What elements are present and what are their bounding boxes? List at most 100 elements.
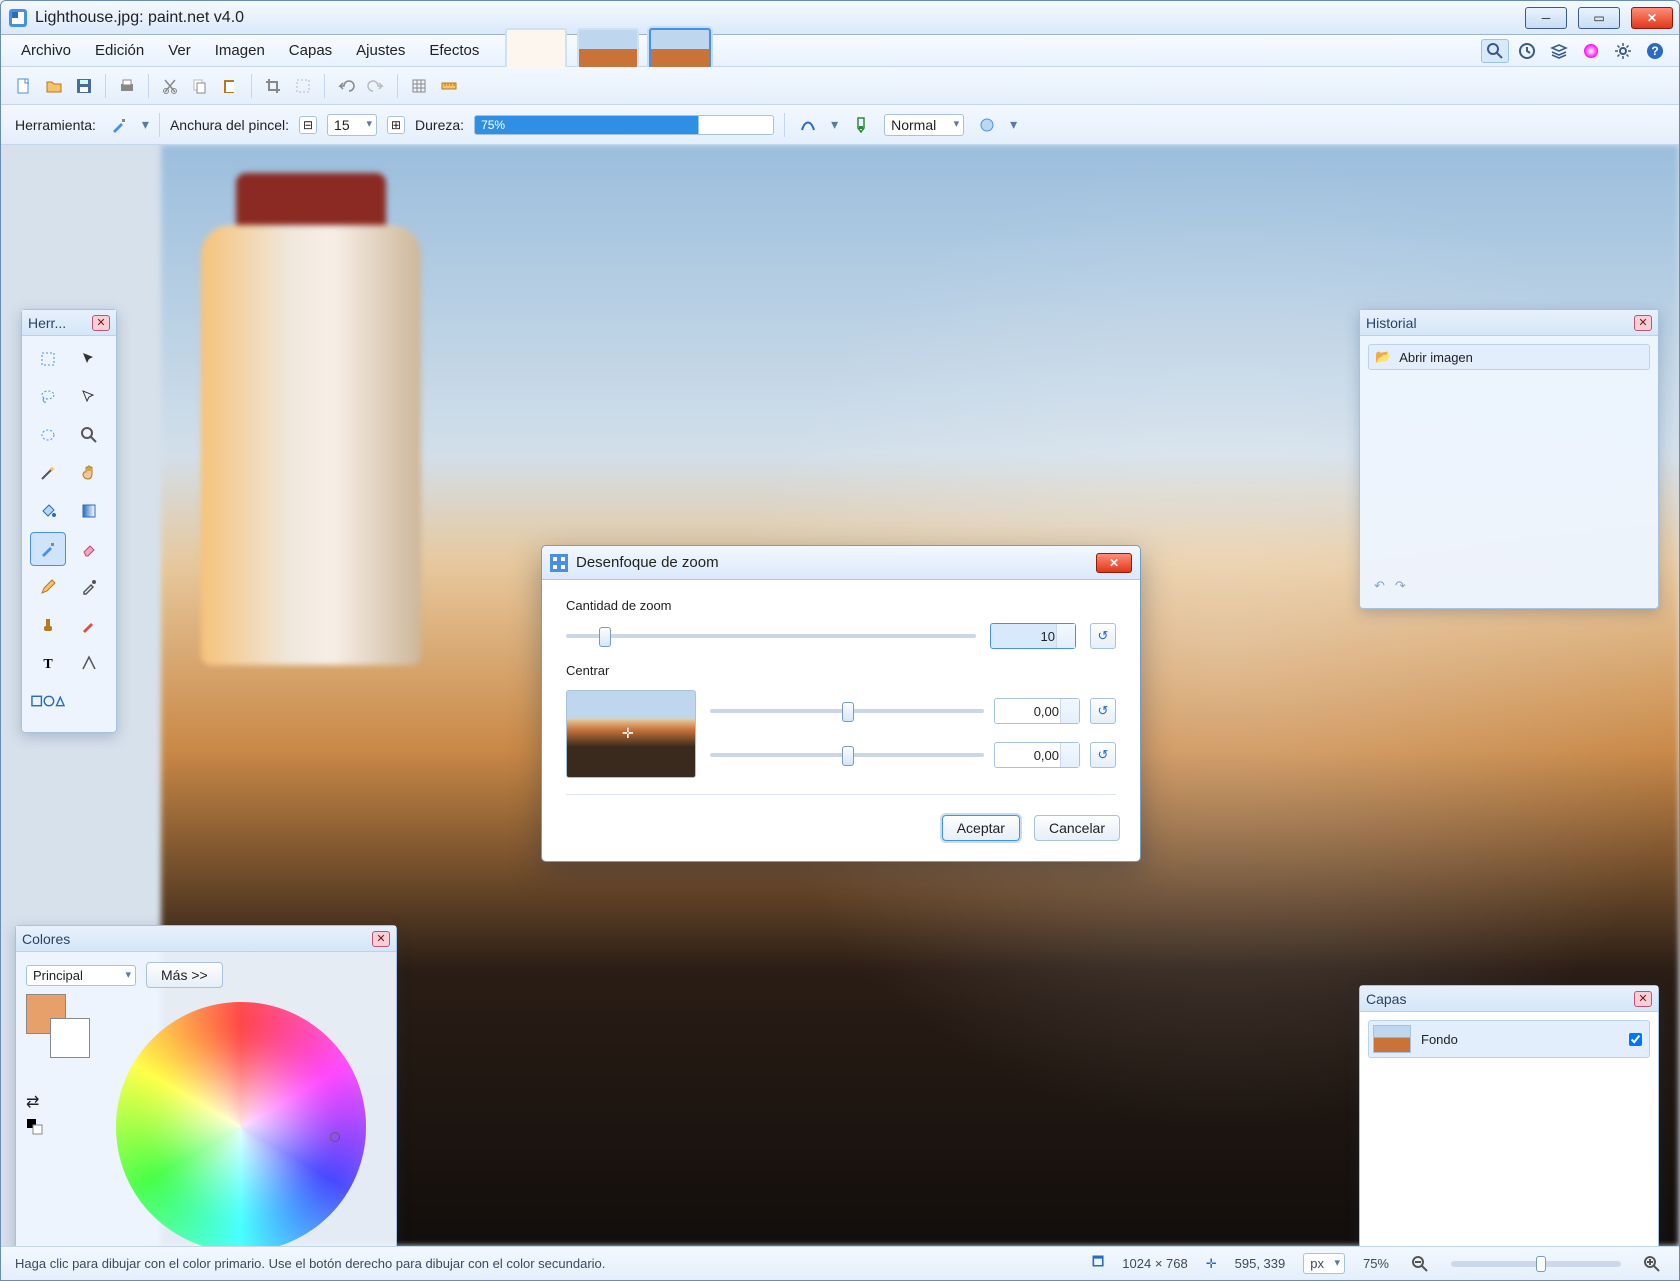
zoom-amount-slider[interactable]	[566, 634, 976, 638]
secondary-color-swatch[interactable]	[50, 1018, 90, 1058]
colors-which-combo[interactable]: Principal	[26, 965, 136, 986]
layers-panel[interactable]: Capas ✕ Fondo ✕ ▲ ▼	[1359, 985, 1659, 1246]
tool-pencil[interactable]	[30, 570, 66, 604]
undo-button[interactable]	[333, 73, 359, 99]
print-button[interactable]	[114, 73, 140, 99]
tool-pan[interactable]	[71, 456, 107, 490]
brush-width-decrease[interactable]: ⊟	[299, 116, 317, 134]
center-crosshair-icon[interactable]: ✛	[622, 725, 640, 743]
antialias-button[interactable]	[795, 112, 821, 138]
history-panel-toggle[interactable]	[1513, 39, 1541, 63]
swap-colors-icon[interactable]: ⇄	[26, 1092, 44, 1112]
help-button[interactable]: ?	[1641, 39, 1669, 63]
paste-button[interactable]	[217, 73, 243, 99]
zoom-blur-dialog[interactable]: Desenfoque de zoom ✕ Cantidad de zoom 10…	[541, 545, 1141, 862]
save-button[interactable]	[71, 73, 97, 99]
default-colors-icon[interactable]	[26, 1118, 44, 1136]
brush-width-combo[interactable]: 15	[327, 114, 377, 136]
colors-more-button[interactable]: Más >>	[146, 962, 223, 988]
tools-panel-toggle[interactable]	[1481, 39, 1509, 63]
settings-button[interactable]	[1609, 39, 1637, 63]
menu-ajustes[interactable]: Ajustes	[346, 38, 415, 63]
copy-button[interactable]	[187, 73, 213, 99]
zoom-amount-input[interactable]: 10▲▼	[990, 623, 1076, 649]
history-panel-close[interactable]: ✕	[1634, 315, 1652, 331]
menu-edicion[interactable]: Edición	[85, 38, 154, 63]
open-button[interactable]	[41, 73, 67, 99]
tool-dropdown-caret[interactable]: ▾	[142, 116, 149, 133]
tool-move-pixels[interactable]	[71, 380, 107, 414]
titlebar[interactable]: Lighthouse.jpg: paint.net v4.0 ─ ▭ ✕	[1, 1, 1679, 35]
tool-move-selection[interactable]	[71, 342, 107, 376]
tool-paint-bucket[interactable]	[30, 494, 66, 528]
color-wheel-cursor[interactable]	[330, 1132, 340, 1142]
tool-color-picker[interactable]	[71, 570, 107, 604]
dialog-titlebar[interactable]: Desenfoque de zoom ✕	[542, 546, 1140, 580]
tool-recolor[interactable]	[71, 608, 107, 642]
zoom-amount-reset[interactable]: ↺	[1090, 623, 1116, 649]
tool-line[interactable]	[71, 646, 107, 680]
center-y-reset[interactable]: ↺	[1090, 742, 1116, 768]
current-tool-icon[interactable]	[106, 112, 132, 138]
overwrite-mode-button[interactable]	[974, 112, 1000, 138]
history-panel-header[interactable]: Historial ✕	[1360, 310, 1658, 336]
hardness-slider[interactable]: 75%	[474, 115, 774, 135]
menu-capas[interactable]: Capas	[279, 38, 342, 63]
unit-combo[interactable]: px	[1303, 1253, 1345, 1274]
dialog-cancel-button[interactable]: Cancelar	[1034, 815, 1120, 841]
ruler-button[interactable]	[436, 73, 462, 99]
grid-button[interactable]	[406, 73, 432, 99]
center-preview[interactable]: ✛	[566, 690, 696, 778]
history-redo-icon[interactable]: ↷	[1395, 578, 1406, 594]
tool-paintbrush[interactable]	[30, 532, 66, 566]
colors-panel[interactable]: Colores ✕ Principal Más >> ⇄	[15, 925, 397, 1246]
menu-imagen[interactable]: Imagen	[205, 38, 275, 63]
tools-panel-header[interactable]: Herr... ✕	[22, 310, 116, 336]
layers-panel-toggle[interactable]	[1545, 39, 1573, 63]
center-x-slider[interactable]	[710, 709, 984, 713]
center-x-input[interactable]: 0,00▲▼	[994, 698, 1080, 724]
zoom-out-button[interactable]	[1407, 1251, 1433, 1277]
maximize-button[interactable]: ▭	[1578, 7, 1620, 29]
history-panel[interactable]: Historial ✕ 📂 Abrir imagen ↶ ↷	[1359, 309, 1659, 609]
tool-magic-wand[interactable]	[30, 456, 66, 490]
tool-eraser[interactable]	[71, 532, 107, 566]
cut-button[interactable]	[157, 73, 183, 99]
dialog-close-button[interactable]: ✕	[1096, 553, 1132, 573]
history-item[interactable]: 📂 Abrir imagen	[1368, 344, 1650, 370]
menu-efectos[interactable]: Efectos	[419, 38, 489, 63]
dialog-ok-button[interactable]: Aceptar	[942, 815, 1020, 841]
tool-rect-select[interactable]	[30, 342, 66, 376]
fill-mode-button[interactable]	[848, 112, 874, 138]
blend-mode-combo[interactable]: Normal	[884, 114, 964, 136]
brush-width-increase[interactable]: ⊞	[387, 116, 405, 134]
menu-ver[interactable]: Ver	[158, 38, 201, 63]
redo-button[interactable]	[363, 73, 389, 99]
colors-panel-toggle[interactable]	[1577, 39, 1605, 63]
center-y-slider[interactable]	[710, 753, 984, 757]
layers-panel-close[interactable]: ✕	[1634, 991, 1652, 1007]
tools-panel-close[interactable]: ✕	[92, 315, 110, 331]
deselect-button[interactable]	[290, 73, 316, 99]
tools-panel[interactable]: Herr... ✕ T	[21, 309, 117, 733]
center-x-reset[interactable]: ↺	[1090, 698, 1116, 724]
color-wheel[interactable]	[116, 1002, 366, 1246]
colors-panel-header[interactable]: Colores ✕	[16, 926, 396, 952]
layer-row[interactable]: Fondo	[1368, 1020, 1650, 1058]
layer-visibility-checkbox[interactable]	[1629, 1033, 1642, 1046]
tool-text[interactable]: T	[30, 646, 66, 680]
tool-shapes[interactable]	[30, 684, 66, 718]
menu-archivo[interactable]: Archivo	[11, 38, 81, 63]
tool-lasso[interactable]	[30, 380, 66, 414]
tool-gradient[interactable]	[71, 494, 107, 528]
zoom-in-button[interactable]	[1639, 1251, 1665, 1277]
colors-panel-close[interactable]: ✕	[372, 931, 390, 947]
zoom-slider[interactable]	[1451, 1261, 1621, 1267]
minimize-button[interactable]: ─	[1525, 7, 1567, 29]
tool-ellipse-select[interactable]	[30, 418, 66, 452]
center-y-input[interactable]: 0,00▲▼	[994, 742, 1080, 768]
tool-clone-stamp[interactable]	[30, 608, 66, 642]
color-swatches[interactable]	[26, 994, 98, 1066]
tool-zoom[interactable]	[71, 418, 107, 452]
close-button[interactable]: ✕	[1631, 7, 1673, 29]
